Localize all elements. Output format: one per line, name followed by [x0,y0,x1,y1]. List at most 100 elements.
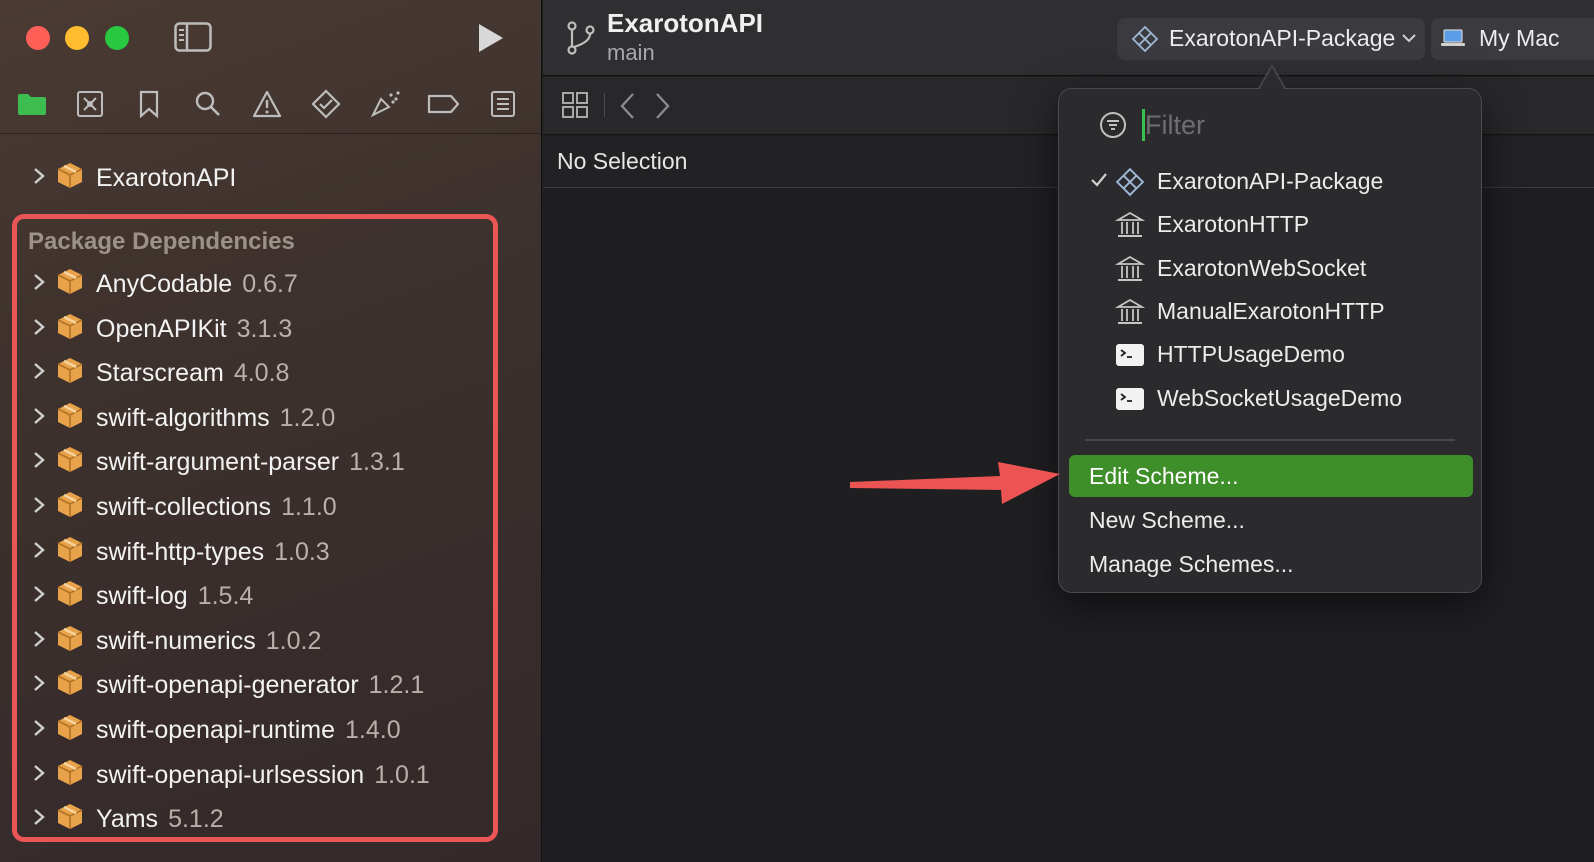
dependency-version: 1.1.0 [281,493,337,521]
chevron-right-icon[interactable] [32,167,46,185]
library-icon [1114,297,1146,332]
dependency-name: swift-http-types [96,537,265,566]
breakpoint-icon[interactable] [426,86,462,122]
dependency-row[interactable]: swift-http-types 1.0.3 [0,532,500,568]
scheme-menu-item[interactable]: WebSocketUsageDemo [1059,379,1483,419]
scheme-label: WebSocketUsageDemo [1157,384,1403,411]
warning-icon[interactable] [249,86,285,122]
dependency-version: 1.0.2 [265,626,322,655]
dependency-row[interactable]: swift-openapi-urlsession 1.0.1 [0,755,500,791]
destination-selector[interactable]: My Mac [1431,18,1594,60]
dependency-label: swift-collections 1.1.0 [96,493,337,522]
dependency-name: swift-openapi-runtime [96,716,335,744]
zoom-window-button[interactable] [105,26,129,50]
chevron-right-icon[interactable] [32,273,46,291]
scheme-menu-item[interactable]: HTTPUsageDemo [1059,335,1483,375]
scheme-menu-item[interactable]: ExarotonAPI-Package [1059,162,1483,202]
chevron-right-icon[interactable] [32,719,46,737]
dependency-version: 0.6.7 [242,270,298,298]
dependency-row[interactable]: swift-log 1.5.4 [0,576,500,612]
dependency-row[interactable]: swift-numerics 1.0.2 [0,621,500,657]
folder-icon[interactable] [14,86,50,122]
chevron-right-icon[interactable] [32,674,46,692]
dependency-name: swift-openapi-generator [96,671,359,700]
new-scheme-label: New Scheme... [1089,507,1245,533]
chevron-right-icon[interactable] [32,764,46,782]
dependency-row[interactable]: Starscream 4.0.8 [0,353,500,389]
dependency-name: swift-numerics [96,626,256,655]
dependency-label: swift-algorithms 1.2.0 [96,404,335,433]
terminal-icon [1115,384,1145,419]
toolbar-separator [604,93,605,117]
package-icon [57,715,83,740]
dependency-label: OpenAPIKit 3.1.3 [96,315,292,344]
minimize-window-button[interactable] [65,26,89,50]
package-icon [57,447,83,473]
laptop-icon [1441,29,1465,46]
back-icon[interactable] [617,91,639,121]
chevron-down-icon [1402,34,1416,43]
dependency-row[interactable]: swift-argument-parser 1.3.1 [0,442,500,478]
chevron-right-icon[interactable] [32,808,46,826]
sidebar-toggle-icon[interactable] [174,22,212,57]
run-icon[interactable] [476,22,506,59]
package-scheme-icon [1131,25,1159,53]
dependency-version: 1.0.3 [274,537,330,566]
chevron-right-icon[interactable] [32,318,46,336]
sidebar-divider [0,133,542,134]
new-scheme-menu-item[interactable]: New Scheme... [1069,499,1473,541]
scheme-menu-item[interactable]: ManualExarotonHTTP [1059,292,1483,332]
branch-icon [567,21,595,55]
chevron-right-icon[interactable] [32,541,46,559]
edit-scheme-label: Edit Scheme... [1089,463,1239,489]
branch-name: main [607,40,655,65]
checkmark-icon [1091,173,1107,187]
test-icon[interactable] [308,86,344,122]
chevron-right-icon[interactable] [32,630,46,648]
tree-row-root[interactable]: ExarotonAPI [0,158,500,194]
destination-name: My Mac [1479,25,1560,51]
edit-scheme-menu-item[interactable]: Edit Scheme... [1069,455,1473,497]
chevron-right-icon[interactable] [32,496,46,514]
forward-icon[interactable] [651,91,673,121]
scheme-label: HTTPUsageDemo [1157,341,1345,368]
bookmark-icon[interactable] [131,86,167,122]
dependency-row[interactable]: OpenAPIKit 3.1.3 [0,309,500,345]
chevron-right-icon[interactable] [32,451,46,469]
report-icon[interactable] [485,86,521,122]
chevron-right-icon[interactable] [32,362,46,380]
dependency-name: OpenAPIKit [96,314,227,343]
dependency-row[interactable]: swift-algorithms 1.2.0 [0,398,500,434]
dependency-label: swift-log 1.5.4 [96,582,253,611]
package-icon [57,402,83,428]
package-icon [57,492,83,517]
dependency-name: swift-log [96,582,188,611]
scheme-menu-item[interactable]: ExarotonWebSocket [1059,249,1483,289]
project-title: ExarotonAPI [607,8,764,38]
manage-schemes-menu-item[interactable]: Manage Schemes... [1069,543,1473,585]
package-icon [57,804,83,830]
scheme-selector[interactable]: ExarotonAPI-Package [1117,18,1425,60]
chevron-right-icon[interactable] [32,585,46,603]
dependency-label: swift-openapi-runtime 1.4.0 [96,716,401,745]
dependency-name: swift-algorithms [96,403,270,432]
chevron-right-icon[interactable] [32,407,46,425]
dependency-row[interactable]: swift-openapi-runtime 1.4.0 [0,710,500,746]
scheme-menu-item[interactable]: ExarotonHTTP [1059,205,1483,245]
close-window-button[interactable] [26,26,50,50]
search-icon[interactable] [190,86,226,122]
related-items-icon[interactable] [561,91,589,119]
filter-input[interactable] [1145,105,1445,145]
debug-icon[interactable] [367,86,403,122]
dependency-name: swift-argument-parser [96,448,340,477]
filter-icon [1100,112,1126,138]
package-icon [57,670,83,696]
dependency-label: swift-numerics 1.0.2 [96,627,321,656]
dependency-row[interactable]: Yams 5.1.2 [0,799,500,835]
package-icon [57,269,83,294]
source-control-icon[interactable] [72,86,108,122]
dependency-row[interactable]: swift-openapi-generator 1.2.1 [0,665,500,701]
terminal-icon [1115,340,1145,375]
dependency-row[interactable]: swift-collections 1.1.0 [0,487,500,523]
dependency-row[interactable]: AnyCodable 0.6.7 [0,264,500,300]
